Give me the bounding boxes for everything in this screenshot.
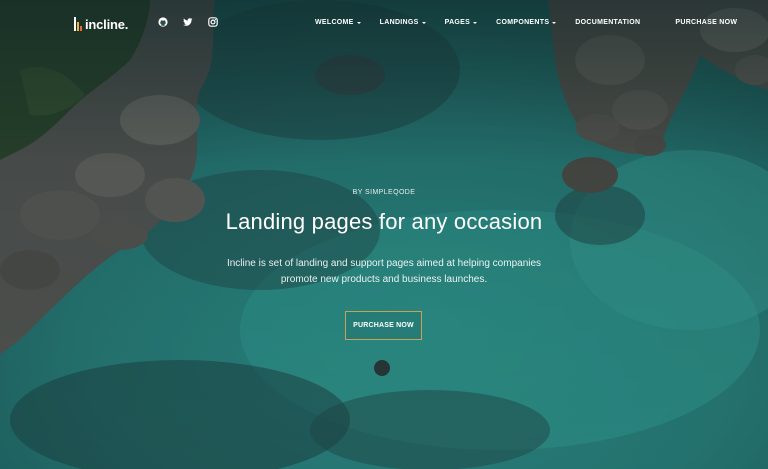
hero-section: incline. WELCOME LANDINGS PAGES COMPONEN… xyxy=(0,0,768,469)
hero-description: Incline is set of landing and support pa… xyxy=(226,258,542,285)
purchase-now-label: PURCHASE NOW xyxy=(353,322,414,329)
hero-title: Landing pages for any occasion xyxy=(225,209,543,234)
purchase-now-button[interactable]: PURCHASE NOW xyxy=(345,311,422,340)
hero-content: BY SIMPLEQODE Landing pages for any occa… xyxy=(0,0,768,469)
hero-eyebrow: BY SIMPLEQODE xyxy=(352,189,416,196)
